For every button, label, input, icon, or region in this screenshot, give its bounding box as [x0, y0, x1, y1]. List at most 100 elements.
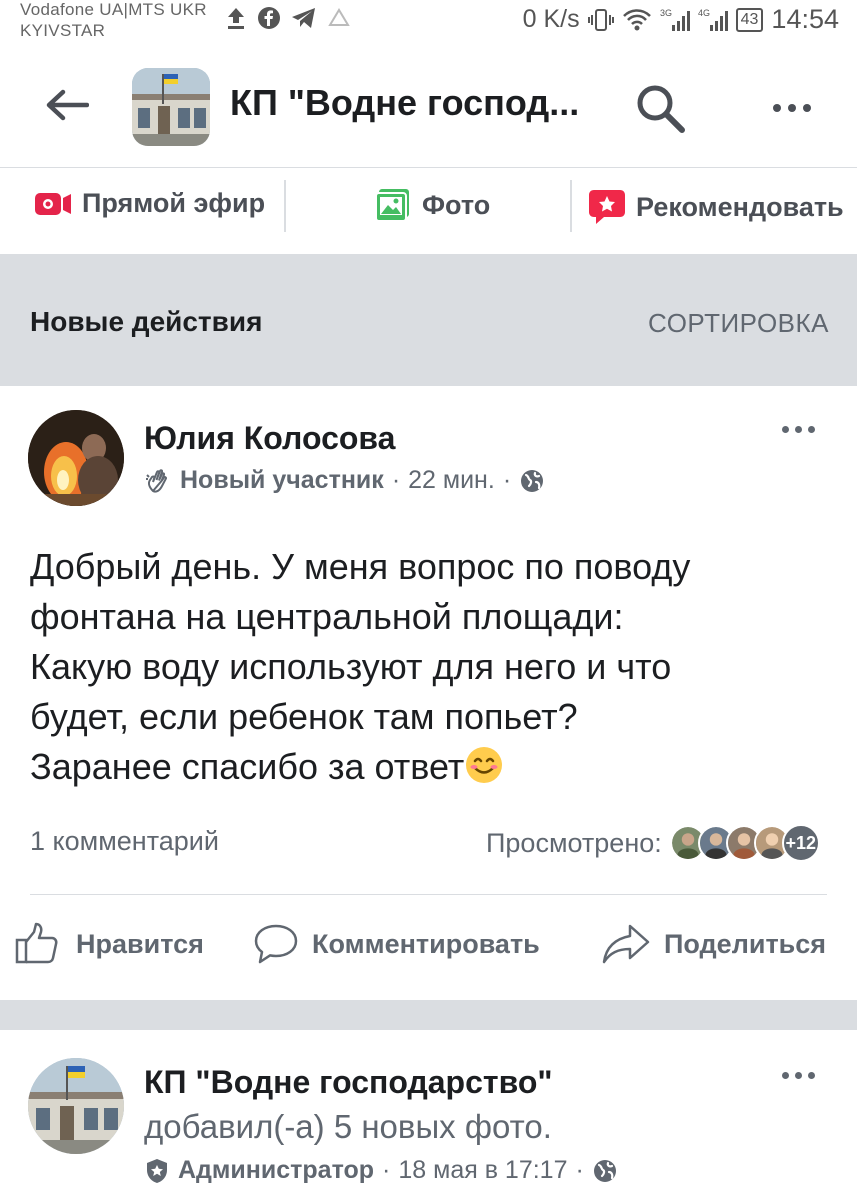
photo-button[interactable]: Фото [374, 188, 490, 222]
post-meta: Новый участник · 22 мин. · [144, 466, 545, 495]
wifi-icon [622, 8, 651, 30]
post-body: Добрый день. У меня вопрос по поводу фон… [30, 542, 830, 792]
live-video-icon [35, 192, 71, 215]
status-bar: Vodafone UA|MTS UKR KYIVSTAR 0 K/s 3G 4G… [0, 0, 857, 50]
svg-text:3G: 3G [660, 8, 672, 18]
seen-avatars: +12 [669, 824, 820, 862]
post-author[interactable]: Юлия Колосова [144, 420, 395, 457]
more-icon [782, 1072, 789, 1079]
post-action-bar: Нравится Комментировать Поделиться [0, 916, 857, 976]
divider [570, 180, 572, 232]
feed-section-header: Новые действия СОРТИРОВКА [0, 254, 857, 386]
shield-icon [147, 1158, 167, 1183]
share-button[interactable]: Поделиться [600, 922, 826, 966]
feed-separator [0, 1000, 857, 1030]
post-activity: добавил(-а) 5 новых фото. [144, 1108, 552, 1145]
top-navigation: КП "Водне господ... [0, 50, 857, 168]
globe-icon [593, 1159, 616, 1182]
recommend-label: Рекомендовать [636, 191, 844, 222]
more-icon-dot [788, 104, 796, 112]
recommend-icon [589, 190, 625, 224]
separator-dot: · [502, 466, 512, 494]
signal-3g-icon: 3G [660, 8, 690, 31]
comment-icon [254, 924, 298, 964]
divider [284, 180, 286, 232]
post-author[interactable]: КП "Водне господарство" [144, 1064, 553, 1101]
globe-icon [521, 469, 544, 492]
member-badge: Новый участник [180, 466, 384, 494]
post-text-line: Добрый день. У меня вопрос по поводу [30, 546, 691, 587]
building-photo [132, 68, 210, 146]
wave-hand-icon [146, 468, 167, 493]
separator-dot: · [575, 1156, 584, 1184]
page-avatar[interactable] [132, 68, 210, 146]
post-text-line-last: Заранее спасибо за ответ [30, 742, 830, 792]
post-text-line: фонтана на центральной площади: [30, 596, 624, 637]
divider [30, 894, 827, 895]
building-photo [28, 1058, 124, 1154]
post-time[interactable]: 22 мин. [408, 466, 495, 495]
admin-badge: Администратор [178, 1156, 375, 1184]
share-icon [602, 924, 650, 964]
more-icon-dot [808, 426, 815, 433]
comment-label: Комментировать [312, 928, 540, 959]
like-button[interactable]: Нравится [14, 922, 204, 966]
page-title: КП "Водне господ... [230, 82, 580, 123]
post-card: КП "Водне господарство" добавил(-а) 5 но… [0, 1030, 857, 1200]
post-options-button[interactable] [782, 1072, 815, 1079]
seen-label: Просмотрено: [486, 827, 662, 858]
more-icon-dot [795, 426, 802, 433]
system-status: 0 K/s 3G 4G 43 14:54 [523, 4, 839, 35]
comment-count[interactable]: 1 комментарий [30, 826, 219, 857]
separator-dot: · [382, 1156, 391, 1184]
share-label: Поделиться [664, 928, 827, 959]
post-text-line: Какую воду используют для него и что [30, 646, 672, 687]
more-icon-dot [795, 1072, 802, 1079]
photo-icon [375, 189, 409, 222]
upload-icon [228, 8, 244, 29]
more-icon [773, 104, 781, 112]
carrier-name-secondary: KYIVSTAR [20, 21, 106, 40]
svg-text:4G: 4G [698, 8, 710, 18]
recommend-button[interactable]: Рекомендовать [588, 188, 844, 226]
page-author-avatar[interactable] [28, 1058, 124, 1154]
avatar-photo [28, 410, 124, 506]
feed-title: Новые действия [30, 306, 263, 337]
more-options-button[interactable] [762, 88, 822, 128]
more-icon-dot [808, 1072, 815, 1079]
post-options-button[interactable] [782, 426, 815, 433]
thumbs-up-icon [15, 922, 58, 964]
more-viewers-badge: +12 [781, 824, 820, 862]
vibrate-icon [587, 8, 614, 31]
post-card: Юлия Колосова Новый участник · 22 мин. ·… [0, 386, 857, 1000]
back-button[interactable] [42, 80, 92, 130]
post-text-line: будет, если ребенок там попьет? [30, 696, 578, 737]
facebook-icon [258, 7, 280, 29]
post-text-line: Заранее спасибо за ответ [30, 746, 465, 787]
search-icon [637, 85, 685, 133]
author-avatar[interactable] [28, 410, 124, 506]
more-icon [782, 426, 789, 433]
page-action-bar: Прямой эфир Фото Рекомендовать [0, 168, 857, 254]
smile-emoji-icon [466, 747, 503, 783]
vpn-icon [328, 8, 350, 26]
post-meta: Администратор · 18 мая в 17:17 · [144, 1156, 618, 1185]
signal-4g-icon: 4G [698, 8, 728, 31]
sort-button[interactable]: СОРТИРОВКА [648, 308, 829, 339]
live-video-button[interactable]: Прямой эфир [34, 188, 265, 219]
clock: 14:54 [771, 4, 839, 34]
more-icon-dot [803, 104, 811, 112]
battery-indicator: 43 [735, 7, 764, 32]
notification-icons [225, 6, 351, 30]
carrier-name-primary: Vodafone UA|MTS UKR [20, 0, 207, 19]
network-speed: 0 K/s [522, 5, 580, 33]
photo-label: Фото [422, 189, 491, 220]
post-time[interactable]: 18 мая в 17:17 [398, 1156, 567, 1185]
separator-dot: · [391, 466, 401, 494]
telegram-icon [292, 8, 315, 28]
comment-button[interactable]: Комментировать [252, 922, 540, 966]
live-video-label: Прямой эфир [82, 188, 266, 218]
search-button[interactable] [630, 78, 690, 138]
seen-by[interactable]: Просмотрено: +12 [486, 824, 820, 862]
back-arrow-icon [46, 89, 89, 121]
